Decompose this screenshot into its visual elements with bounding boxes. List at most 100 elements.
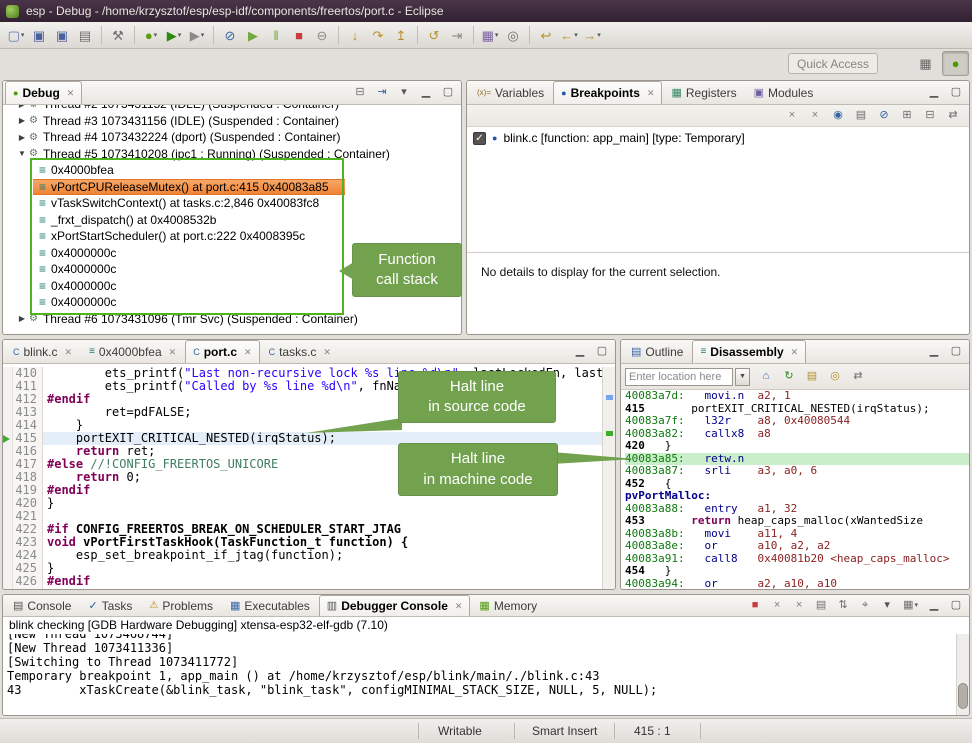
scroll-lock-icon[interactable]: ⇅ (835, 598, 851, 614)
location-combo-arrow-icon[interactable]: ▼ (735, 368, 750, 386)
remove-breakpoint-icon[interactable]: × (784, 108, 800, 124)
view-tab-variables[interactable]: (x)=Variables (469, 81, 552, 104)
print-icon[interactable]: ▤ (74, 25, 96, 46)
suspend-icon[interactable]: ‖ (265, 25, 287, 46)
breakpoint-checkbox[interactable]: ✓ (473, 132, 486, 145)
debug-frame-row[interactable]: ≡vTaskSwitchContext() at tasks.c:2,846 0… (3, 195, 461, 212)
console-tab-tasks[interactable]: ✓Tasks (80, 595, 140, 616)
new-cpp-project-icon[interactable]: ▦▾ (479, 25, 501, 46)
close-tab-icon[interactable]: ✕ (169, 347, 177, 358)
quick-access-button[interactable]: Quick Access (788, 53, 878, 74)
minimize-view-icon[interactable]: ▁ (926, 344, 942, 360)
disconnect-icon[interactable]: ⊖ (311, 25, 333, 46)
annotation-ruler-row[interactable] (3, 419, 12, 432)
display-selected-console-icon[interactable]: ▾ (879, 598, 895, 614)
console-tab-console[interactable]: ▤Console (5, 595, 79, 616)
instruction-stepping-mode-icon[interactable]: ⇥ (374, 85, 390, 101)
remove-launch-icon[interactable]: × (769, 598, 785, 614)
close-tab-icon[interactable]: ✕ (455, 601, 463, 612)
annotation-ruler-row[interactable] (3, 448, 12, 461)
overview-marker[interactable] (606, 395, 613, 400)
disassembly-location-input[interactable] (625, 368, 733, 386)
editor-tab-0x4000bfea[interactable]: ≡0x4000bfea✕ (81, 340, 184, 363)
home-icon[interactable]: ⌂ (757, 368, 775, 386)
external-tools-icon[interactable]: ▶▾ (186, 25, 208, 46)
console-scrollbar[interactable] (956, 634, 969, 715)
annotation-ruler-row[interactable] (3, 565, 12, 578)
debug-frame-row[interactable]: ≡vPortCPUReleaseMutex() at port.c:415 0x… (33, 179, 345, 196)
annotation-ruler-row[interactable] (3, 406, 12, 419)
last-edit-location-icon[interactable]: ↩ (535, 25, 557, 46)
instruction-stepping-icon[interactable]: ⇥ (446, 25, 468, 46)
expand-arrow-icon[interactable]: ▶ (15, 105, 29, 109)
maximize-view-icon[interactable]: ▢ (594, 344, 610, 360)
annotation-ruler-row[interactable] (3, 578, 12, 589)
annotation-ruler-row[interactable] (3, 435, 12, 448)
annotation-ruler-row[interactable] (3, 526, 12, 539)
build-icon[interactable]: ⚒ (107, 25, 129, 46)
debug-frame-row[interactable]: ≡0x4000bfea (3, 162, 461, 179)
console-tab-executables[interactable]: ▦Executables (222, 595, 318, 616)
track-expression-icon[interactable]: ◎ (826, 368, 844, 386)
breakpoints-list[interactable]: ✓●blink.c [function: app_main] [type: Te… (467, 127, 969, 252)
new-wizard-icon[interactable]: ▢▾ (5, 25, 27, 46)
editor-tab-port-c[interactable]: Cport.c✕ (185, 340, 259, 363)
close-tab-icon[interactable]: ✕ (244, 347, 252, 358)
minimize-view-icon[interactable]: ▁ (572, 344, 588, 360)
drop-to-frame-icon[interactable]: ↺ (423, 25, 445, 46)
run-launch-icon[interactable]: ▶▾ (163, 25, 185, 46)
debug-launch-icon[interactable]: ●▾ (140, 25, 162, 46)
expand-arrow-icon[interactable]: ▶ (15, 314, 29, 323)
annotation-ruler-row[interactable] (3, 380, 12, 393)
maximize-view-icon[interactable]: ▢ (948, 344, 964, 360)
expand-arrow-icon[interactable]: ▶ (15, 133, 29, 142)
terminate-icon[interactable]: ■ (288, 25, 310, 46)
open-console-icon[interactable]: ▦▾ (901, 598, 920, 614)
debug-frame-row[interactable]: ≡_frxt_dispatch() at 0x4008532b (3, 212, 461, 229)
console-scrollbar-thumb[interactable] (958, 683, 968, 709)
annotation-ruler-row[interactable] (3, 393, 12, 406)
refresh-icon[interactable]: ↻ (780, 368, 798, 386)
debug-thread-row[interactable]: ▶⚙Thread #3 1073431156 (IDLE) (Suspended… (3, 113, 461, 130)
remove-all-launches-icon[interactable]: × (791, 598, 807, 614)
editor-annotation-ruler[interactable] (3, 367, 13, 589)
show-breakpoints-for-selection-icon[interactable]: ◉ (830, 108, 846, 124)
skip-all-breakpoints-icon[interactable]: ⊘ (876, 108, 892, 124)
view-menu-icon[interactable]: ▾ (396, 85, 412, 101)
collapse-arrow-icon[interactable]: ▼ (15, 149, 29, 158)
view-tab-breakpoints[interactable]: ●Breakpoints✕ (553, 81, 662, 104)
view-tab-modules[interactable]: ▣Modules (746, 81, 822, 104)
maximize-view-icon[interactable]: ▢ (948, 598, 964, 614)
debug-thread-row[interactable]: ▶⚙Thread #2 1073431152 (IDLE) (Suspended… (3, 105, 461, 113)
link-with-debug-view-icon[interactable]: ⇄ (945, 108, 961, 124)
go-to-file-for-breakpoint-icon[interactable]: ▤ (853, 108, 869, 124)
save-all-icon[interactable]: ▣ (51, 25, 73, 46)
expand-arrow-icon[interactable]: ▶ (15, 116, 29, 125)
clear-console-icon[interactable]: ▤ (813, 598, 829, 614)
back-icon[interactable]: ←▾ (558, 25, 580, 46)
breakpoint-item[interactable]: ✓●blink.c [function: app_main] [type: Te… (467, 129, 969, 147)
disassembly-listing[interactable]: 40083a7d: movi.n a2, 1415 portEXIT_CRITI… (621, 390, 969, 589)
editor-tab-blink-c[interactable]: Cblink.c✕ (5, 340, 80, 363)
debug-thread-row[interactable]: ▶⚙Thread #6 1073431096 (Tmr Svc) (Suspen… (3, 311, 461, 328)
forward-icon[interactable]: →▾ (581, 25, 603, 46)
show-source-icon[interactable]: ▤ (803, 368, 821, 386)
annotation-ruler-row[interactable] (3, 487, 12, 500)
console-tab-problems[interactable]: ⚠Problems (141, 595, 221, 616)
expand-all-icon[interactable]: ⊞ (899, 108, 915, 124)
remove-all-breakpoints-icon[interactable]: × (807, 108, 823, 124)
minimize-view-icon[interactable]: ▁ (926, 85, 942, 101)
close-tab-icon[interactable]: ✕ (791, 347, 799, 358)
editor-line-number-ruler[interactable]: 4104114124134144154164174184194204214224… (13, 367, 43, 589)
open-perspective-icon[interactable]: ▦ (912, 51, 939, 76)
annotation-ruler-row[interactable] (3, 552, 12, 565)
terminate-console-icon[interactable]: ■ (747, 598, 763, 614)
editor-overview-ruler[interactable] (602, 367, 615, 589)
close-tab-icon[interactable]: ✕ (67, 88, 75, 99)
overview-instruction-pointer-marker[interactable] (606, 431, 613, 436)
collapse-all-icon[interactable]: ⊟ (352, 85, 368, 101)
minimize-view-icon[interactable]: ▁ (926, 598, 942, 614)
close-tab-icon[interactable]: ✕ (65, 347, 73, 358)
pin-console-icon[interactable]: ⌖ (857, 598, 873, 614)
close-tab-icon[interactable]: ✕ (323, 347, 331, 358)
